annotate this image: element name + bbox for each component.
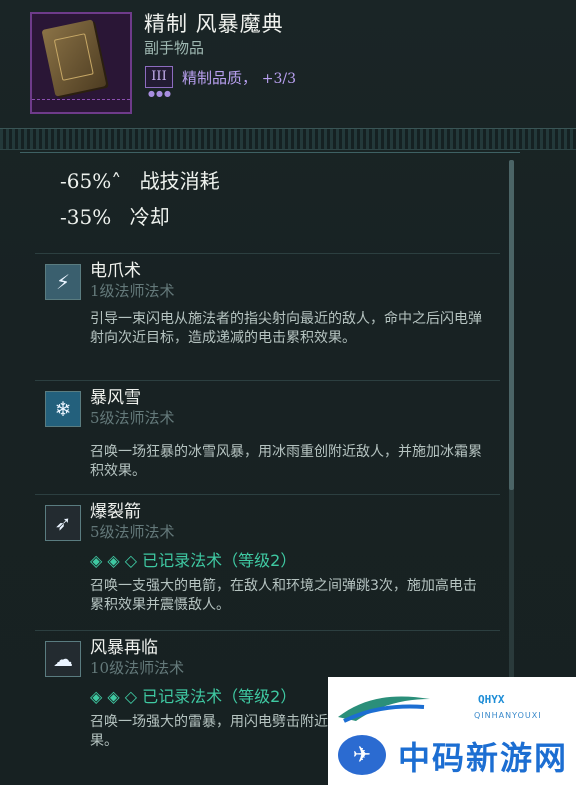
spell-description: 召唤一支强大的电箭，在敌人和环境之间弹跳3次，施加高电击累积效果并震慑敌人。 [90,578,477,613]
quality-dots-icon: ●●● [148,89,172,98]
watermark-logo-icon [338,696,430,723]
spell-level: 1级法师法术 [90,282,175,300]
spell-entry: ⚡ 电爪术 1级法师法术 引导一束闪电从施法者的指尖射向最近的敌人，命中之后闪电… [35,253,500,379]
item-type: 副手物品 [144,39,205,57]
stat-value: -35% [60,205,112,229]
spell-level: 5级法师法术 [90,523,175,541]
watermark-bird-icon: ✈ [338,735,386,775]
item-portrait [30,12,132,114]
spell-name: 爆裂箭 [90,502,141,522]
frame-ornament [32,99,130,110]
spell-description: 召唤一场狂暴的冰雪风暴，用冰雨重创附近敌人，并施加冰霜累积效果。 [90,444,482,479]
spell-level: 5级法师法术 [90,409,175,427]
stat-row: -65%˄ 战技消耗 [60,165,220,194]
tooltip-panel: 精制 风暴魔典 副手物品 III ●●● 精制品质， +3/3 -65%˄ 战技… [0,0,576,785]
stat-label: 冷却 [129,205,170,229]
item-header: 精制 风暴魔典 副手物品 III ●●● 精制品质， +3/3 [0,0,576,132]
spell-name: 电爪术 [90,261,141,281]
spell-entry: ❄ 暴风雪 5级法师法术 召唤一场狂暴的冰雪风暴，用冰雨重创附近敌人，并施加冰霜… [35,380,500,491]
site-watermark: QHYX QINHANYOUXI ✈ 中码新游网 [328,677,576,785]
quality-value: +3/3 [261,71,297,87]
spell-name: 暴风雪 [90,388,141,408]
storm-cloud-icon: ☁ [45,641,81,677]
spell-description: 引导一束闪电从施法者的指尖射向最近的敌人，命中之后闪电弹射向次近目标，造成递减的… [90,311,482,346]
grimoire-book-icon [41,19,107,97]
recorded-spell-status: ◈ ◈ ◇ 已记录法术（等级2） [90,687,297,706]
watermark-text: 中码新游网 [398,739,569,777]
quality-line: 精制品质， +3/3 [182,67,296,88]
item-title: 精制 风暴魔典 [144,12,284,36]
quality-tier-badge: III [145,66,173,88]
burst-arrow-icon: ➶ [45,505,81,541]
stat-label: 战技消耗 [139,169,220,193]
quality-label: 精制品质， [182,69,258,87]
spell-name: 风暴再临 [90,638,158,658]
ornamental-divider [0,128,576,150]
stat-row: -35% 冷却 [60,201,170,230]
stat-value: -65%˄ [60,169,122,193]
section-divider [20,152,520,153]
spell-level: 10级法师法术 [90,659,185,677]
blizzard-icon: ❄ [45,391,81,427]
scrollbar-thumb[interactable] [509,160,514,490]
spell-entry: ➶ 爆裂箭 5级法师法术 ◈ ◈ ◇ 已记录法术（等级2） 召唤一支强大的电箭，… [35,494,500,625]
watermark-badge: QHYX [478,693,505,706]
recorded-spell-status: ◈ ◈ ◇ 已记录法术（等级2） [90,551,297,570]
lightning-claw-icon: ⚡ [45,264,81,300]
watermark-subtext: QINHANYOUXI [474,711,542,720]
